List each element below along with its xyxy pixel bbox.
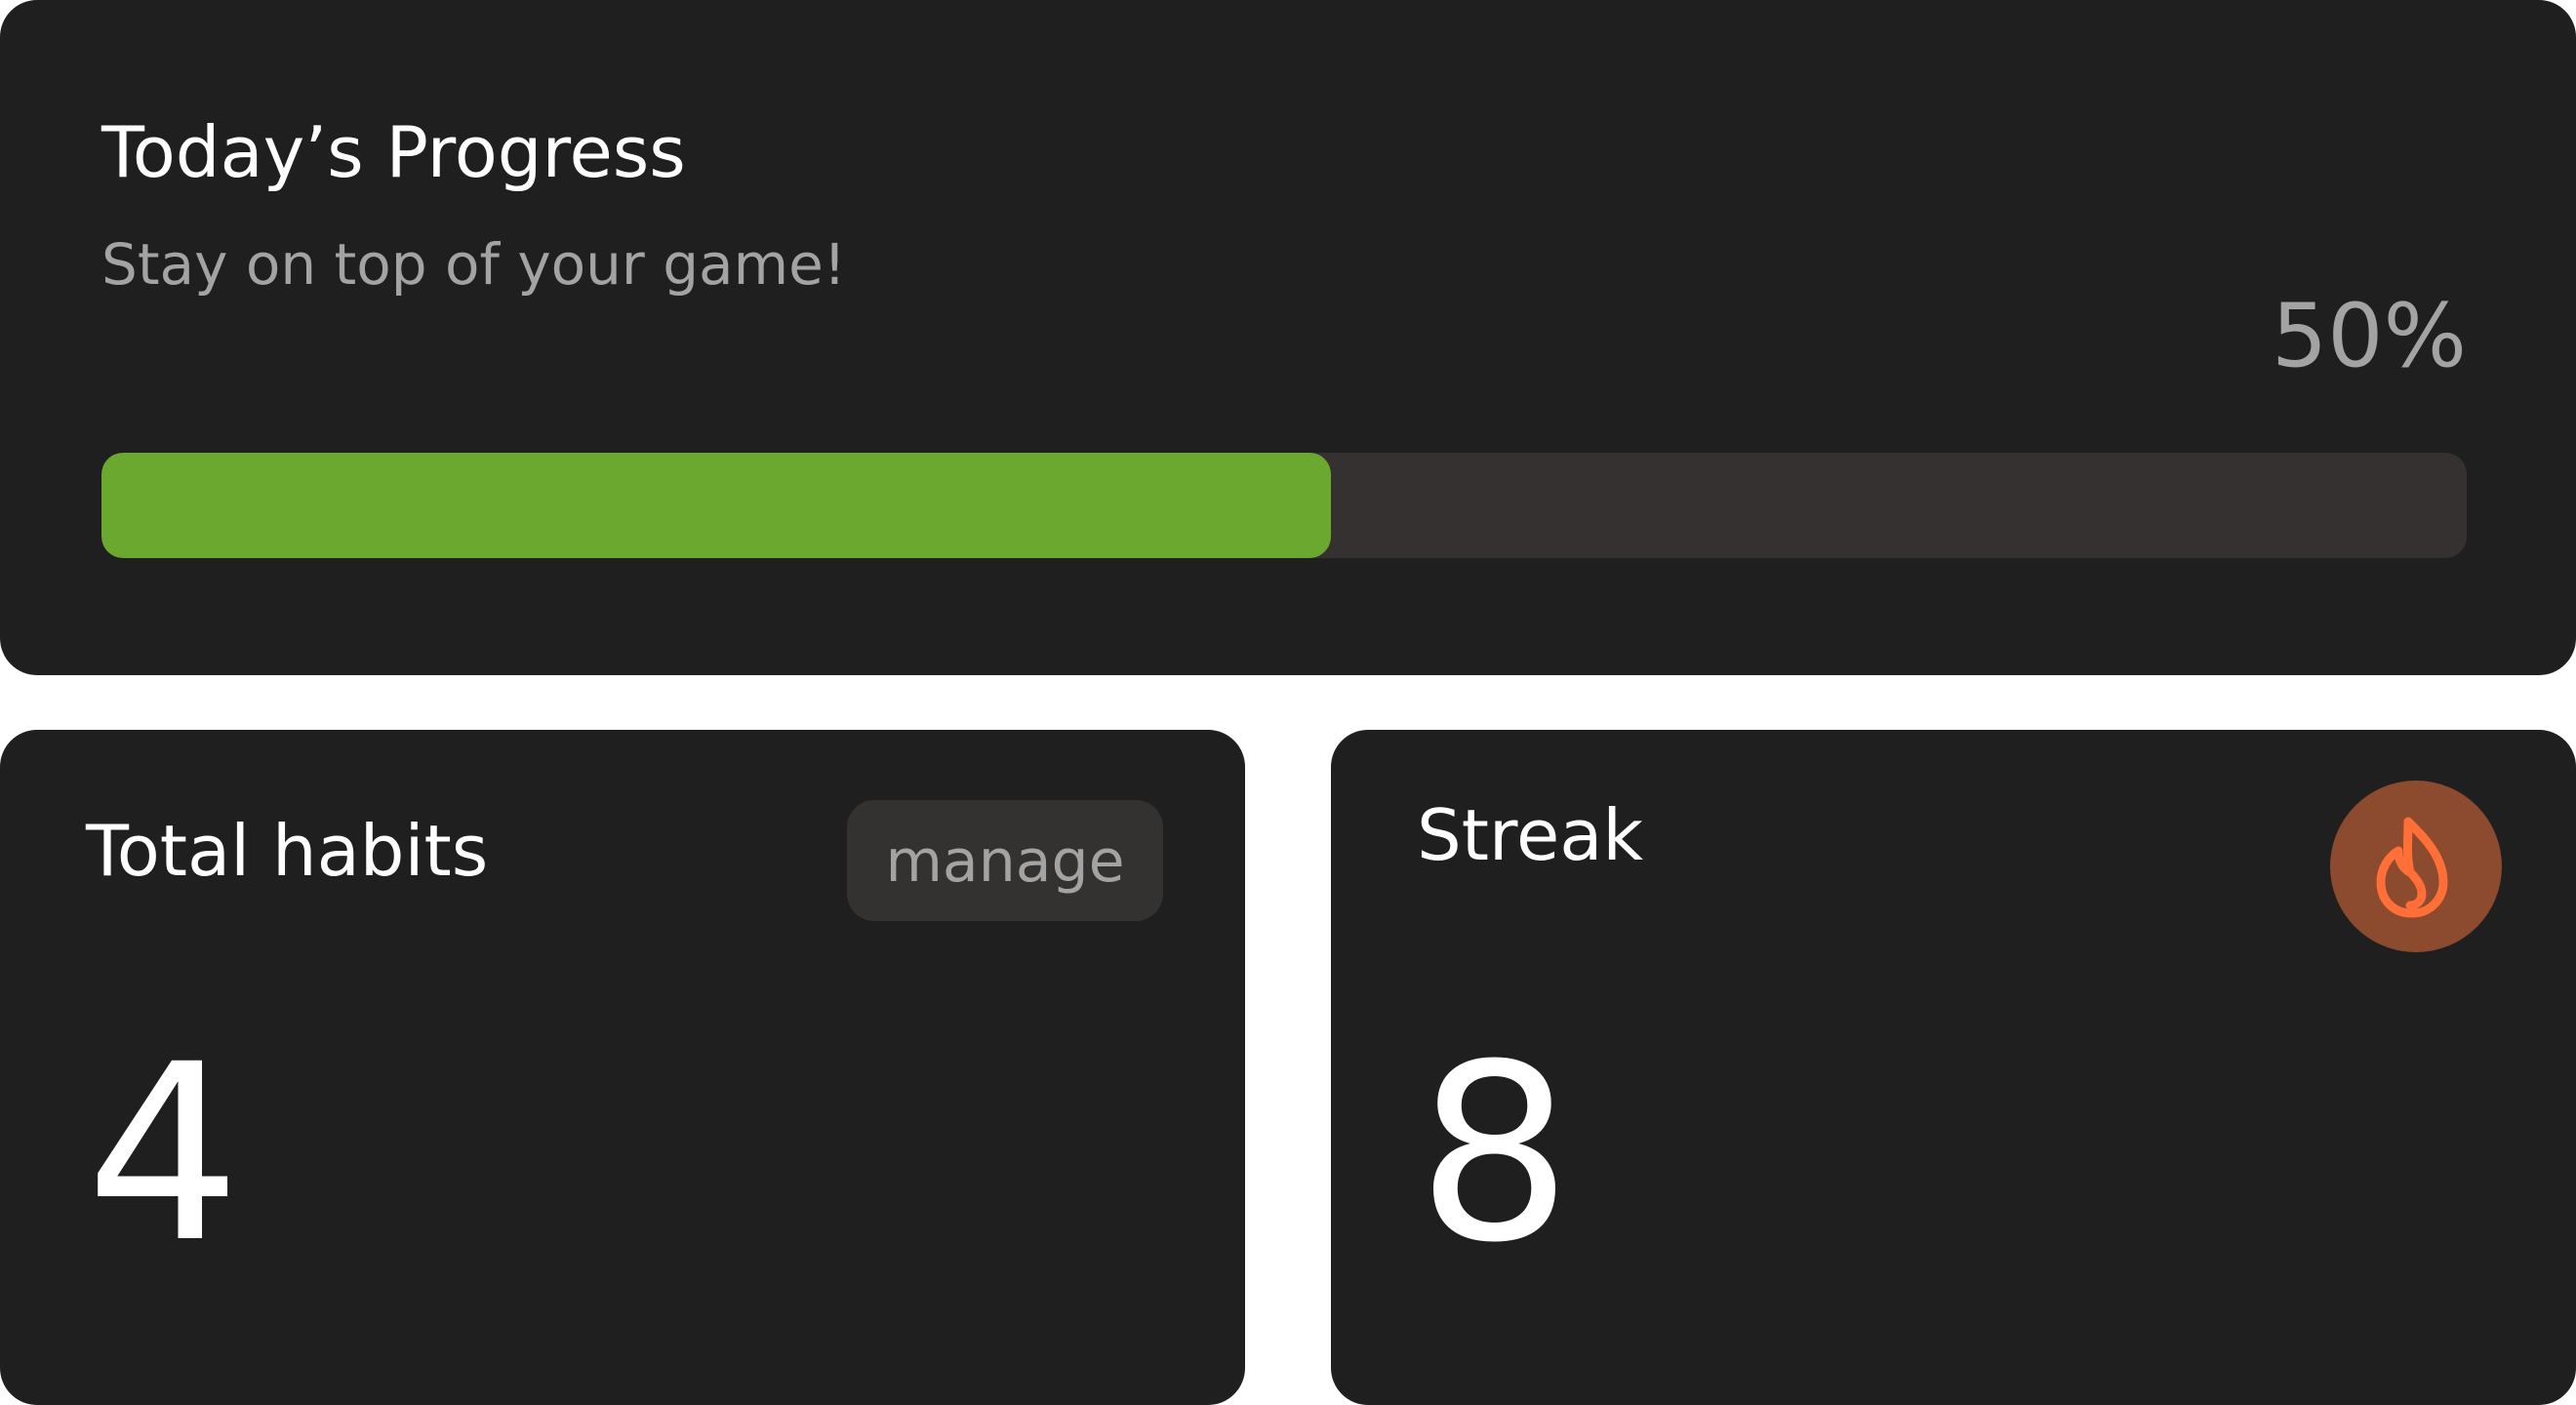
progress-title: Today’s Progress <box>101 111 686 193</box>
streak-badge <box>2330 781 2502 952</box>
streak-count: 8 <box>1417 1012 1573 1296</box>
flame-icon <box>2376 817 2448 918</box>
progress-subtitle: Stay on top of your game! <box>101 231 847 298</box>
total-habits-count: 4 <box>86 1012 242 1296</box>
progress-fill <box>101 453 1332 558</box>
total-habits-title: Total habits <box>86 810 489 892</box>
manage-button[interactable]: manage <box>847 800 1163 921</box>
progress-percent: 50% <box>2271 285 2467 387</box>
progress-card <box>0 0 2576 675</box>
progress-track <box>101 453 2467 558</box>
streak-title: Streak <box>1417 794 1644 876</box>
